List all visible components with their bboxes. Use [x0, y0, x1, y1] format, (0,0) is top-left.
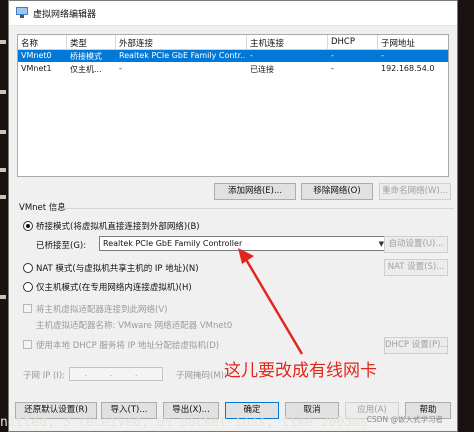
subnet-ip-input[interactable]: . . .: [69, 367, 163, 381]
window-title: 虚拟网络编辑器: [33, 10, 97, 20]
network-table[interactable]: 名称 类型 外部连接 主机连接 DHCP 子网地址 VMnet0 桥接模式 Re…: [17, 34, 449, 177]
host-only-label[interactable]: 仅主机模式(在专用网络内连接虚拟机)(H): [36, 281, 192, 293]
connect-adapter-label[interactable]: 将主机虚拟适配器连接到此网络(V): [36, 303, 167, 315]
cell-host: 已连接: [250, 65, 274, 74]
terminal-fragment: [0, 90, 6, 94]
cell-subnet: -: [381, 51, 384, 60]
cell-dhcp: -: [331, 64, 334, 73]
cell-external: Realtek PCIe GbE Family Contr...: [119, 51, 245, 60]
bridged-to-value: Realtek PCIe GbE Family Controller: [103, 239, 243, 248]
column-header-name[interactable]: 名称: [21, 37, 38, 49]
table-header: 名称 类型 外部连接 主机连接 DHCP 子网地址: [18, 35, 448, 50]
cell-host: -: [250, 51, 253, 60]
connect-adapter-checkbox[interactable]: [23, 304, 32, 313]
terminal-fragment: [0, 195, 6, 199]
cell-name: VMnet0: [21, 51, 52, 60]
virtual-network-editor-window: 虚拟网络编辑器 名称 类型 外部连接 主机连接 DHCP 子网地址 VMnet0…: [8, 0, 458, 432]
vmnet-info-title: VMnet 信息: [19, 203, 66, 213]
adapter-name-text: 主机虚拟适配器名称: VMware 网络适配器 VMnet0: [36, 321, 233, 331]
bridged-to-label: 已桥接至(G):: [36, 241, 87, 251]
remove-network-button[interactable]: 移除网络(O): [301, 183, 373, 200]
group-divider: [64, 208, 454, 209]
use-dhcp-label[interactable]: 使用本地 DHCP 服务将 IP 地址分配给虚拟机(D): [36, 339, 219, 351]
cell-dhcp: -: [331, 51, 334, 60]
table-row[interactable]: VMnet1 仅主机... - 已连接 - 192.168.54.0: [18, 63, 448, 75]
network-app-icon: [16, 7, 28, 18]
column-header-host[interactable]: 主机连接: [250, 37, 284, 49]
add-network-button[interactable]: 添加网络(E)...: [214, 183, 296, 200]
use-dhcp-checkbox[interactable]: [23, 340, 32, 349]
bridge-mode-label[interactable]: 桥接模式(将虚拟机直接连接到外部网络)(B): [36, 220, 200, 232]
terminal-fragment: [0, 295, 6, 299]
column-header-external[interactable]: 外部连接: [119, 37, 153, 49]
subnet-ip-label: 子网 IP (I):: [23, 371, 66, 381]
nat-mode-label[interactable]: NAT 模式(与虚拟机共享主机的 IP 地址)(N): [36, 262, 199, 274]
dhcp-settings-button[interactable]: DHCP 设置(P)...: [384, 337, 449, 354]
rename-network-button[interactable]: 重命名网络(W)...: [379, 183, 451, 200]
terminal-fragment: [0, 40, 6, 44]
terminal-fragment: [0, 130, 6, 134]
terminal-output-line: nitted, 3 received, 0% packet loss, time…: [0, 415, 368, 430]
auto-settings-button[interactable]: 自动设置(U)...: [384, 236, 448, 253]
column-header-subnet[interactable]: 子网地址: [381, 37, 415, 49]
cell-type: 仅主机...: [70, 65, 102, 74]
column-header-dhcp[interactable]: DHCP: [331, 37, 355, 47]
cell-subnet: 192.168.54.0: [381, 64, 435, 73]
host-only-radio[interactable]: [23, 282, 33, 292]
table-row[interactable]: VMnet0 桥接模式 Realtek PCIe GbE Family Cont…: [18, 50, 448, 62]
cell-name: VMnet1: [21, 64, 52, 73]
column-header-type[interactable]: 类型: [70, 37, 87, 49]
subnet-mask-label: 子网掩码(M):: [176, 371, 227, 381]
bridge-mode-radio[interactable]: [23, 221, 33, 231]
annotation-arrow-icon: [238, 248, 304, 355]
annotation-text: 这儿要改成有线网卡: [224, 361, 377, 381]
terminal-fragment: [0, 168, 6, 172]
nat-mode-radio[interactable]: [23, 263, 33, 273]
cell-type: 桥接模式: [70, 52, 102, 61]
title-bar: 虚拟网络编辑器: [9, 1, 457, 26]
cell-external: -: [119, 64, 122, 73]
nat-settings-button[interactable]: NAT 设置(S)...: [384, 259, 448, 276]
